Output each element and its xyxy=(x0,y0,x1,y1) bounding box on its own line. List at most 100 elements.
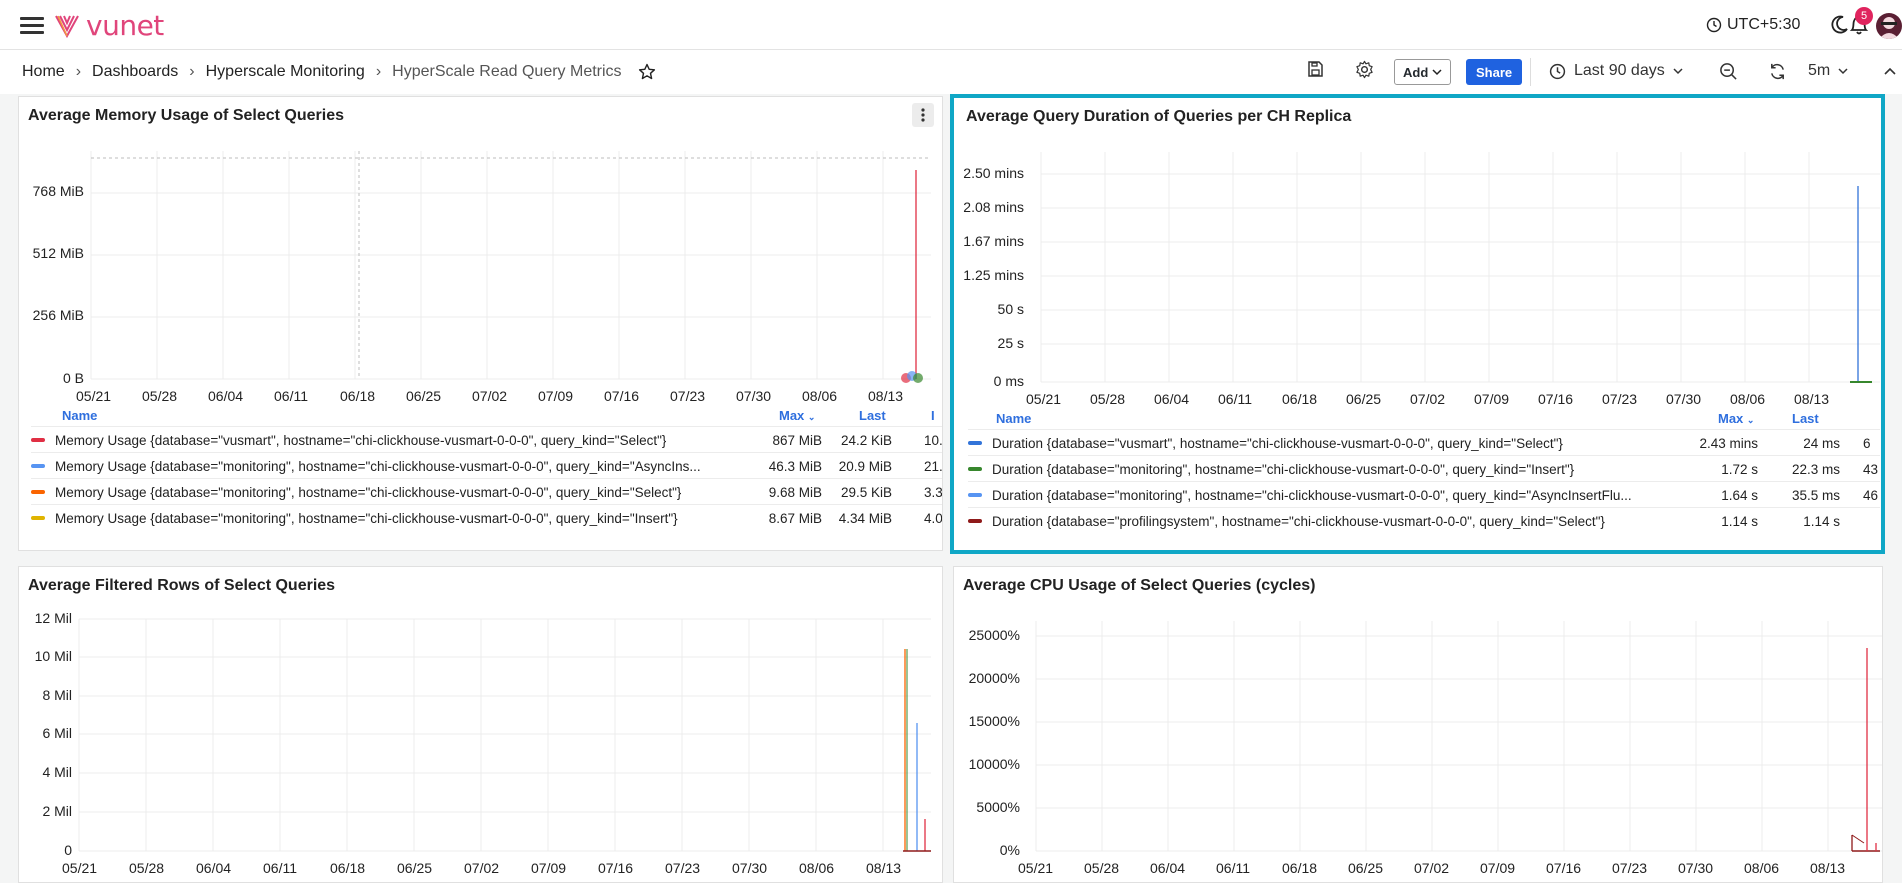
series-swatch xyxy=(968,441,982,445)
logo-text: vunet xyxy=(86,8,164,42)
panel-query-duration[interactable]: Average Query Duration of Queries per CH… xyxy=(950,94,1885,554)
chevron-right-icon: › xyxy=(75,63,82,80)
chevron-down-icon xyxy=(1432,69,1442,76)
x-tick: 06/11 xyxy=(274,388,308,404)
logo[interactable]: vunet xyxy=(54,8,164,42)
panel-cpu-usage[interactable]: Average CPU Usage of Select Queries (cyc… xyxy=(953,566,1883,883)
legend-row[interactable]: Duration {database="monitoring", hostnam… xyxy=(968,455,1880,482)
refresh-interval-picker[interactable]: 5m xyxy=(1808,62,1848,80)
x-tick: 06/11 xyxy=(263,860,297,876)
legend-header-name[interactable]: Name xyxy=(62,408,97,423)
y-tick: 2.08 mins xyxy=(963,199,1024,215)
x-tick: 06/11 xyxy=(1218,391,1252,407)
timezone-label: UTC+5:30 xyxy=(1727,16,1801,33)
cpu-chart-grid xyxy=(1035,621,1882,852)
series-last: 24.2 KiB xyxy=(840,432,892,448)
x-tick: 06/18 xyxy=(1282,391,1318,407)
series-extra: 21.0 xyxy=(924,458,943,474)
rows-chart-grid xyxy=(78,618,931,852)
avatar[interactable] xyxy=(1876,13,1902,39)
legend-header-name[interactable]: Name xyxy=(996,411,1031,426)
x-tick: 06/04 xyxy=(196,860,232,876)
refresh-icon[interactable] xyxy=(1768,62,1787,81)
series-extra: 43 xyxy=(1863,461,1879,477)
y-tick: 8 Mil xyxy=(42,687,72,703)
x-tick: 06/04 xyxy=(1154,391,1190,407)
add-button[interactable]: Add xyxy=(1394,59,1452,85)
panel-memory-usage[interactable]: Average Memory Usage of Select Queries 7… xyxy=(18,96,943,551)
x-tick: 06/18 xyxy=(340,388,376,404)
series-swatch xyxy=(968,493,982,497)
breadcrumb-folder[interactable]: Hyperscale Monitoring xyxy=(206,63,365,81)
star-icon[interactable] xyxy=(638,63,656,81)
series-last: 1.14 s xyxy=(1803,513,1840,529)
series-name: Duration {database="vusmart", hostname="… xyxy=(992,435,1563,451)
y-tick: 768 MiB xyxy=(32,183,84,199)
series-extra: 4.0 xyxy=(924,510,943,526)
series-max: 2.43 mins xyxy=(1699,435,1758,451)
legend-row[interactable]: Memory Usage {database="vusmart", hostna… xyxy=(31,426,942,453)
x-tick: 08/06 xyxy=(1744,860,1780,876)
legend-header-extra[interactable]: I xyxy=(931,408,935,423)
legend-row[interactable]: Memory Usage {database="monitoring", hos… xyxy=(31,504,943,531)
series-swatch xyxy=(31,438,45,442)
legend-row[interactable]: Duration {database="vusmart", hostname="… xyxy=(968,429,1880,456)
settings-gear-icon[interactable] xyxy=(1355,60,1374,79)
legend-row[interactable]: Memory Usage {database="monitoring", hos… xyxy=(31,478,942,505)
panel-filtered-rows[interactable]: Average Filtered Rows of Select Queries … xyxy=(18,566,943,883)
legend-row[interactable]: Duration {database="profilingsystem", ho… xyxy=(968,507,1880,534)
legend-header-last[interactable]: Last xyxy=(859,408,886,423)
x-tick: 07/09 xyxy=(1480,860,1516,876)
legend-row[interactable]: Duration {database="monitoring", hostnam… xyxy=(968,481,1880,508)
dark-mode-icon[interactable] xyxy=(1828,14,1850,36)
breadcrumb: Home › Dashboards › Hyperscale Monitorin… xyxy=(22,63,656,81)
breadcrumb-dashboards[interactable]: Dashboards xyxy=(92,63,178,81)
x-tick: 05/21 xyxy=(76,388,112,404)
x-tick: 07/30 xyxy=(1666,391,1702,407)
time-range-picker[interactable]: Last 90 days xyxy=(1549,62,1683,80)
x-tick: 07/16 xyxy=(1538,391,1574,407)
series-max: 1.64 s xyxy=(1721,487,1758,503)
share-button[interactable]: Share xyxy=(1466,59,1523,85)
x-tick: 07/16 xyxy=(598,860,634,876)
x-tick: 06/04 xyxy=(1150,860,1186,876)
save-icon[interactable] xyxy=(1306,60,1324,78)
y-tick: 4 Mil xyxy=(42,764,72,780)
y-tick: 2.50 mins xyxy=(963,165,1024,181)
legend-header-max[interactable]: Max ⌄ xyxy=(1718,411,1754,426)
y-tick: 1.25 mins xyxy=(963,267,1024,283)
series-last: 4.34 MiB xyxy=(838,510,892,526)
timezone-indicator[interactable]: UTC+5:30 xyxy=(1706,16,1800,34)
breadcrumb-home[interactable]: Home xyxy=(22,63,65,81)
y-tick: 10 Mil xyxy=(34,648,72,664)
x-tick: 07/23 xyxy=(670,388,706,404)
legend-row[interactable]: Memory Usage {database="monitoring", hos… xyxy=(31,452,943,479)
x-tick: 05/28 xyxy=(1090,391,1126,407)
x-tick: 07/16 xyxy=(604,388,640,404)
y-tick: 0% xyxy=(999,842,1020,858)
x-tick: 07/09 xyxy=(531,860,567,876)
series-max: 1.72 s xyxy=(1721,461,1758,477)
top-bar: vunet UTC+5:30 5 xyxy=(0,0,1902,50)
legend-header-max[interactable]: Max ⌄ xyxy=(779,408,815,423)
clock-icon xyxy=(1706,17,1722,33)
chevron-up-icon[interactable] xyxy=(1884,66,1896,76)
x-tick: 07/02 xyxy=(1410,391,1446,407)
series-name: Duration {database="profilingsystem", ho… xyxy=(992,513,1605,529)
zoom-out-icon[interactable] xyxy=(1719,62,1738,81)
legend-header-last[interactable]: Last xyxy=(1792,411,1819,426)
x-tick: 06/25 xyxy=(1346,391,1382,407)
series-max: 1.14 s xyxy=(1721,513,1758,529)
series-last: 20.9 MiB xyxy=(838,458,892,474)
x-tick: 07/09 xyxy=(538,388,574,404)
series-name: Memory Usage {database="monitoring", hos… xyxy=(55,510,678,526)
chevron-down-icon xyxy=(1838,68,1848,75)
notification-badge: 5 xyxy=(1855,7,1873,25)
series-last: 29.5 KiB xyxy=(840,484,892,500)
series-extra: 6 xyxy=(1863,435,1871,451)
time-range-label: Last 90 days xyxy=(1574,62,1665,79)
x-tick: 06/11 xyxy=(1216,860,1250,876)
menu-icon[interactable] xyxy=(20,17,44,34)
y-tick: 0 B xyxy=(62,370,84,386)
x-tick: 06/18 xyxy=(330,860,366,876)
